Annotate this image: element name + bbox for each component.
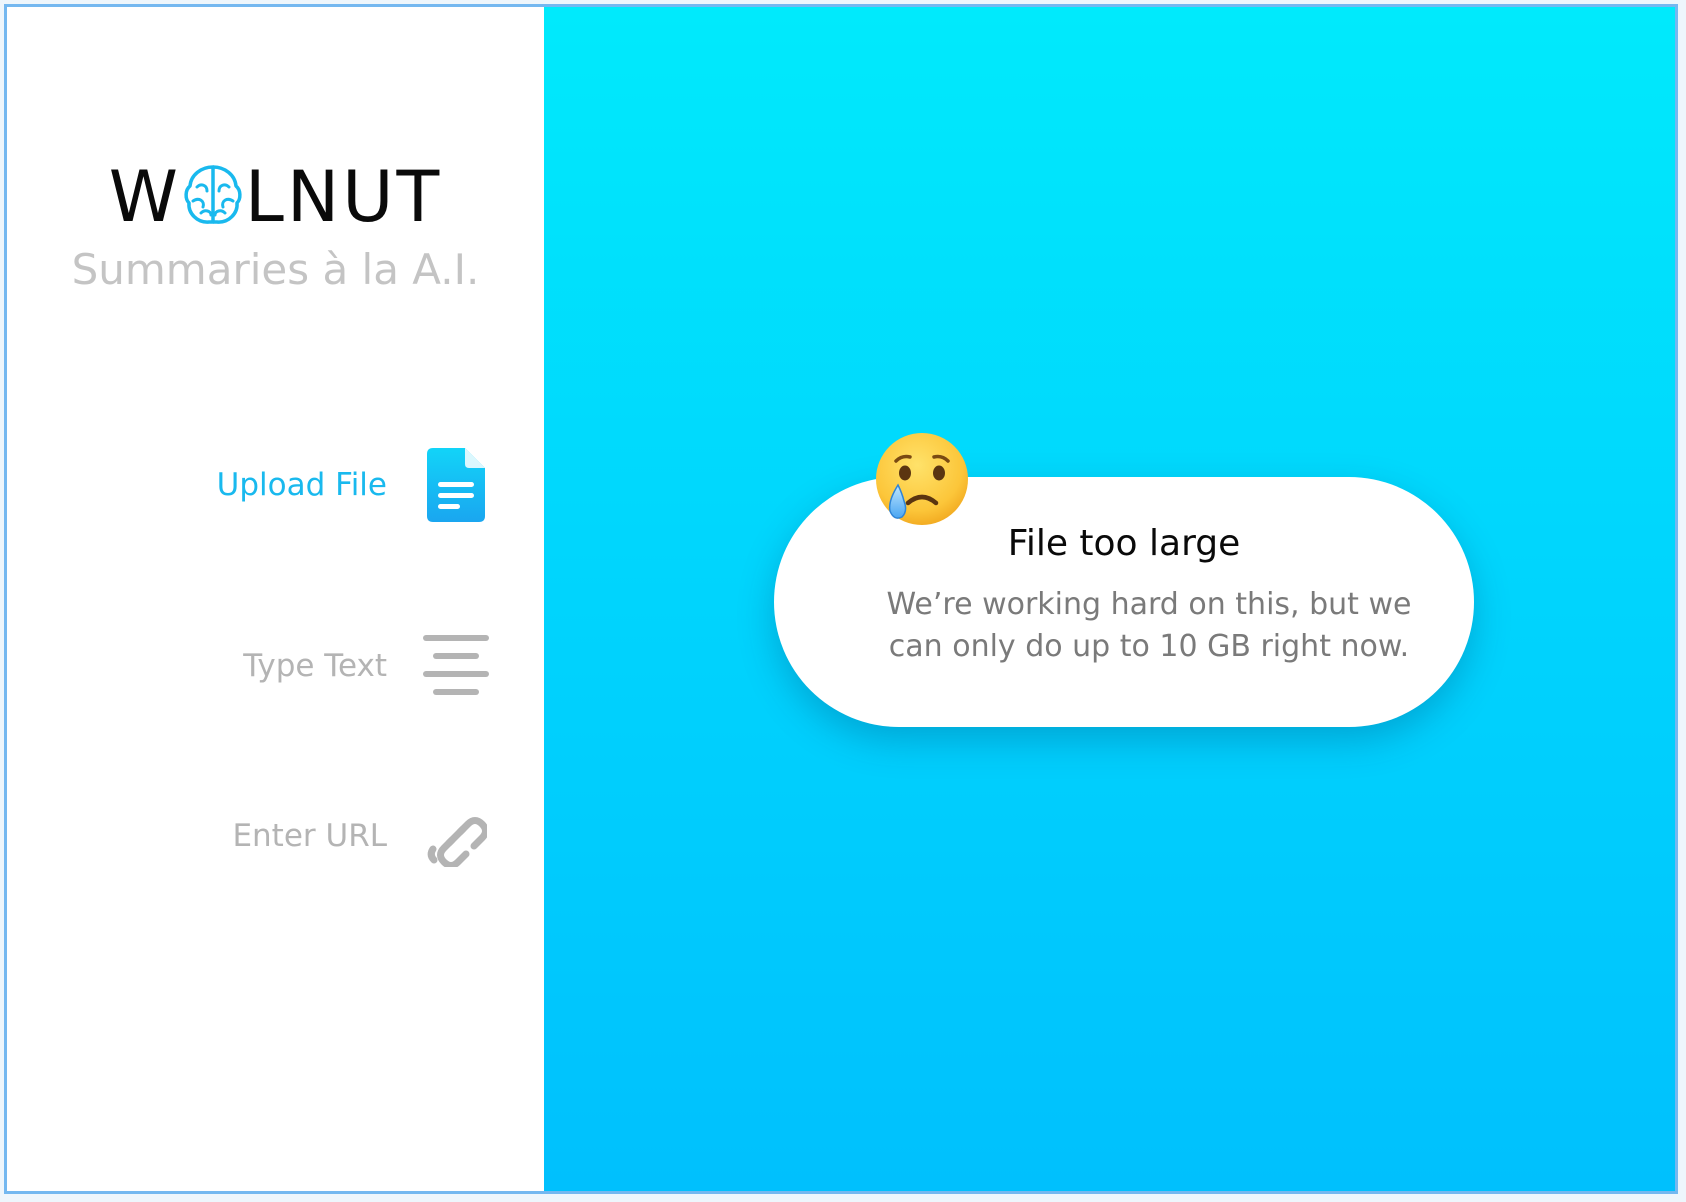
nav-enter-url[interactable]: Enter URL	[232, 791, 489, 881]
link-icon	[423, 798, 489, 874]
nav-type-text-label: Type Text	[243, 648, 387, 684]
align-center-icon	[423, 628, 489, 704]
logo: W LNUT	[7, 157, 544, 237]
toast-title: File too large	[1007, 523, 1241, 564]
logo-text-left: W	[108, 156, 181, 238]
sidebar: W LNUT Summaries à la A.I. Upload File T…	[7, 7, 544, 1191]
error-toast: File too large We’re working hard on thi…	[774, 433, 1474, 727]
nav-enter-url-label: Enter URL	[232, 818, 387, 854]
logo-text-right: LNUT	[244, 156, 443, 238]
nav-upload-file-label: Upload File	[216, 467, 387, 503]
app-window: W LNUT Summaries à la A.I. Upload File T…	[4, 4, 1678, 1194]
nav-upload-file[interactable]: Upload File	[217, 440, 489, 530]
toast-message: We’re working hard on this, but we can o…	[886, 587, 1412, 664]
main-panel: File too large We’re working hard on thi…	[544, 7, 1675, 1191]
nav-type-text[interactable]: Type Text	[243, 621, 489, 711]
brain-icon	[184, 165, 242, 224]
tagline: Summaries à la A.I.	[71, 245, 480, 294]
crying-face-icon	[876, 433, 968, 525]
document-icon	[423, 447, 489, 523]
